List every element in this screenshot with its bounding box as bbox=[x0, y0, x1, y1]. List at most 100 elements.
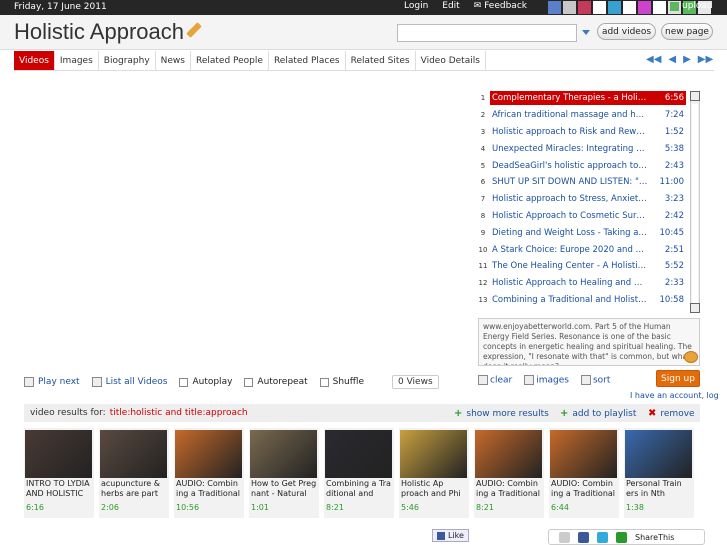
chevron-down-icon[interactable] bbox=[582, 30, 590, 35]
video-title[interactable]: Holistic Ap proach and Phi bbox=[399, 478, 469, 500]
video-thumbnail[interactable] bbox=[550, 430, 617, 478]
share-label[interactable]: ShareThis bbox=[635, 533, 674, 542]
playlist-row[interactable]: 1 Complementary Therapies - a Holistic Ap… bbox=[476, 90, 690, 107]
video-thumbnail[interactable] bbox=[250, 430, 317, 478]
playlist-title[interactable]: Unexpected Miracles: Integrating a holis… bbox=[490, 144, 648, 154]
edit-link[interactable]: Edit bbox=[442, 1, 459, 11]
video-card[interactable]: How to Get Preg nant - Natural 1:01 bbox=[249, 428, 319, 518]
autoplay-checkbox[interactable]: Autoplay bbox=[179, 377, 232, 387]
facebook-icon[interactable] bbox=[578, 531, 589, 543]
list-all-button[interactable]: List all Videos bbox=[91, 377, 167, 387]
playlist-title[interactable]: Complementary Therapies - a Holistic Ap.… bbox=[490, 91, 648, 106]
video-card[interactable]: Combining a Tra ditional and Holis 8:21 bbox=[324, 428, 394, 518]
share-icon[interactable] bbox=[616, 531, 627, 543]
tab-related-places[interactable]: Related Places bbox=[269, 51, 346, 70]
scroll-up-icon[interactable] bbox=[690, 91, 700, 101]
video-card[interactable]: AUDIO: Combin ing a Traditional 10:56 bbox=[174, 428, 244, 518]
search-input[interactable] bbox=[397, 24, 577, 42]
twitter-icon[interactable] bbox=[597, 531, 608, 543]
video-card[interactable]: acupuncture & herbs are part of 2:06 bbox=[99, 428, 169, 518]
email-icon[interactable] bbox=[559, 531, 570, 543]
tab-video-details[interactable]: Video Details bbox=[416, 51, 486, 70]
new-page-button[interactable]: new page bbox=[661, 23, 713, 40]
scroll-thumb[interactable] bbox=[692, 104, 698, 304]
video-title[interactable]: AUDIO: Combin ing a Traditional bbox=[474, 478, 544, 500]
tab-related-people[interactable]: Related People bbox=[191, 51, 269, 70]
theme-swatch[interactable] bbox=[608, 1, 621, 14]
playlist-scrollbar[interactable] bbox=[690, 91, 700, 313]
playlist-title[interactable]: The One Healing Center - A Holistic App.… bbox=[490, 261, 648, 271]
playlist-title[interactable]: African traditional massage and holistic… bbox=[490, 110, 648, 120]
theme-swatch[interactable] bbox=[548, 1, 561, 14]
scroll-down-icon[interactable] bbox=[690, 303, 700, 313]
playlist-row[interactable]: 9 Dieting and Weight Loss - Taking a Hea.… bbox=[476, 224, 690, 241]
playlist-row[interactable]: 7 Holistic approach to Stress, Anxiety an… bbox=[476, 191, 690, 208]
video-thumbnail[interactable] bbox=[175, 430, 242, 478]
feedback-link[interactable]: ✉ Feedback bbox=[474, 1, 527, 11]
theme-swatch[interactable] bbox=[563, 1, 576, 14]
first-page-icon[interactable]: ◀◀ bbox=[646, 54, 661, 65]
playlist-title[interactable]: Holistic approach to Stress, Anxiety and… bbox=[490, 194, 648, 204]
theme-swatch[interactable] bbox=[653, 1, 666, 14]
like-button[interactable]: Like bbox=[432, 529, 469, 542]
video-card[interactable]: Personal Train ers in Nth Fitzroy- 1:38 bbox=[624, 428, 694, 518]
playlist-row[interactable]: 11The One Healing Center - A Holistic Ap… bbox=[476, 258, 690, 275]
video-title[interactable]: acupuncture & herbs are part of bbox=[99, 478, 169, 500]
show-more-button[interactable]: + show more results bbox=[454, 408, 549, 419]
pencil-icon[interactable] bbox=[186, 22, 202, 38]
playlist-row[interactable]: 10A Stark Choice: Europe 2020 and a Hol.… bbox=[476, 241, 690, 258]
playlist-title[interactable]: DeadSeaGirl's holistic approach to acne.… bbox=[490, 161, 648, 171]
video-thumbnail[interactable] bbox=[625, 430, 692, 478]
playlist-title[interactable]: Combining a Traditional and Holistic Ap.… bbox=[490, 295, 648, 305]
video-title[interactable]: AUDIO: Combin ing a Traditional bbox=[174, 478, 244, 500]
login-link[interactable]: Login bbox=[404, 1, 428, 11]
video-card[interactable]: Holistic Ap proach and Phi 5:46 bbox=[399, 428, 469, 518]
tab-videos[interactable]: Videos bbox=[14, 51, 55, 70]
chat-icon[interactable] bbox=[684, 351, 698, 363]
theme-swatch[interactable] bbox=[593, 1, 606, 14]
theme-swatch[interactable] bbox=[638, 1, 651, 14]
autorepeat-checkbox[interactable]: Autorepeat bbox=[244, 377, 308, 387]
playlist-title[interactable]: Dieting and Weight Loss - Taking a Hea..… bbox=[490, 228, 648, 238]
playlist-row[interactable]: 8 Holistic Approach to Cosmetic Surgery .… bbox=[476, 208, 690, 225]
playlist-title[interactable]: Holistic approach to Risk and Reward M..… bbox=[490, 127, 648, 137]
playlist-title[interactable]: SHUT UP SIT DOWN AND LISTEN: "hol... bbox=[490, 177, 648, 187]
play-next-button[interactable]: Play next bbox=[24, 377, 80, 387]
account-link[interactable]: I have an account, log bbox=[630, 391, 719, 400]
playlist-title[interactable]: Holistic Approach to Cosmetic Surgery ..… bbox=[490, 211, 648, 221]
video-title[interactable]: Personal Train ers in Nth Fitzroy- bbox=[624, 478, 694, 500]
playlist-row[interactable]: 6 SHUT UP SIT DOWN AND LISTEN: "hol... 11:… bbox=[476, 174, 690, 191]
video-title[interactable]: How to Get Preg nant - Natural bbox=[249, 478, 319, 500]
playlist-row[interactable]: 4 Unexpected Miracles: Integrating a holi… bbox=[476, 140, 690, 157]
sort-button[interactable]: sort bbox=[580, 375, 610, 386]
video-thumbnail[interactable] bbox=[100, 430, 167, 478]
video-card[interactable]: AUDIO: Combin ing a Traditional 8:21 bbox=[474, 428, 544, 518]
playlist-row[interactable]: 12Holistic Approach to Healing and Deali… bbox=[476, 275, 690, 292]
video-thumbnail[interactable] bbox=[325, 430, 392, 478]
prev-page-icon[interactable]: ◀ bbox=[668, 54, 676, 65]
add-to-playlist-button[interactable]: + add to playlist bbox=[560, 408, 636, 419]
images-button[interactable]: images bbox=[524, 375, 569, 386]
theme-swatch[interactable] bbox=[623, 1, 636, 14]
playlist-title[interactable]: Holistic Approach to Healing and Dealir.… bbox=[490, 278, 648, 288]
playlist-row[interactable]: 3 Holistic approach to Risk and Reward M.… bbox=[476, 124, 690, 141]
tab-news[interactable]: News bbox=[156, 51, 191, 70]
next-page-icon[interactable]: ▶ bbox=[683, 54, 691, 65]
theme-swatch[interactable] bbox=[578, 1, 591, 14]
video-thumbnail[interactable] bbox=[25, 430, 92, 478]
playlist-row[interactable]: 2 African traditional massage and holisti… bbox=[476, 107, 690, 124]
add-videos-button[interactable]: add videos bbox=[597, 23, 656, 40]
upload-button[interactable]: upload bbox=[670, 1, 713, 11]
playlist-title[interactable]: A Stark Choice: Europe 2020 and a Hol... bbox=[490, 245, 648, 255]
tab-biography[interactable]: Biography bbox=[99, 51, 156, 70]
video-title[interactable]: INTRO TO LYDIA AND HOLISTIC bbox=[24, 478, 94, 500]
tab-related-sites[interactable]: Related Sites bbox=[346, 51, 416, 70]
video-title[interactable]: AUDIO: Combin ing a Traditional bbox=[549, 478, 619, 500]
video-card[interactable]: AUDIO: Combin ing a Traditional 6:44 bbox=[549, 428, 619, 518]
video-thumbnail[interactable] bbox=[400, 430, 467, 478]
video-title[interactable]: Combining a Tra ditional and Holis bbox=[324, 478, 394, 500]
video-card[interactable]: INTRO TO LYDIA AND HOLISTIC 6:16 bbox=[24, 428, 94, 518]
video-thumbnail[interactable] bbox=[475, 430, 542, 478]
tab-images[interactable]: Images bbox=[55, 51, 99, 70]
video-player[interactable] bbox=[14, 82, 469, 367]
